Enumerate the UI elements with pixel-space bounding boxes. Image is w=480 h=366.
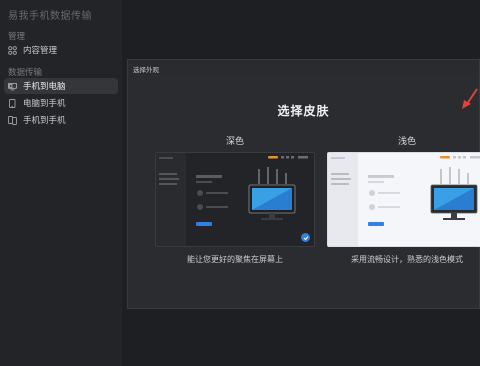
skin-desc-dark: 能让您更好的聚焦在屏幕上 [187,255,283,264]
sidebar-item-phone-to-pc[interactable]: 手机到电脑 [4,78,118,94]
sidebar-item-content-manage[interactable]: 内容管理 [4,42,118,58]
appearance-dialog: 选择外观 选择皮肤 深色 浅色 能让您更好的聚焦在屏幕上 采用流畅设计，熟悉的浅… [127,59,480,309]
sidebar-item-phone-to-phone[interactable]: 手机到手机 [4,112,118,128]
sidebar-item-label: 电脑到手机 [23,99,66,109]
sidebar-item-label: 手机到手机 [23,116,66,126]
selected-check-icon [301,233,310,242]
annotation-arrow-icon [461,88,479,114]
light-preview-image [328,153,480,246]
phone-to-pc-icon [8,82,17,91]
sidebar-item-label: 手机到电脑 [23,82,66,92]
dialog-header: 选择外观 [128,60,479,75]
section-label-manage: 管理 [8,32,26,42]
skin-option-dark[interactable] [155,152,315,247]
section-label-transfer: 数据传输 [8,68,43,78]
pc-to-phone-icon [8,98,17,108]
skin-desc-light: 采用流畅设计，熟悉的浅色模式 [351,255,463,264]
skin-label-light: 浅色 [397,137,416,147]
skin-label-dark: 深色 [225,137,244,147]
sidebar-item-pc-to-phone[interactable]: 电脑到手机 [4,95,118,111]
phone-to-phone-icon [8,115,17,125]
skin-option-light[interactable] [327,152,480,247]
sidebar-item-label: 内容管理 [23,46,58,56]
dark-preview-image [156,153,308,246]
sidebar: 易我手机数据传输 管理 内容管理 数据传输 手机到电脑 电脑到手机 手机到手机 [0,0,122,366]
grid-icon [8,45,17,55]
app-title: 易我手机数据传输 [8,11,92,22]
dialog-title: 选择皮肤 [277,104,330,118]
